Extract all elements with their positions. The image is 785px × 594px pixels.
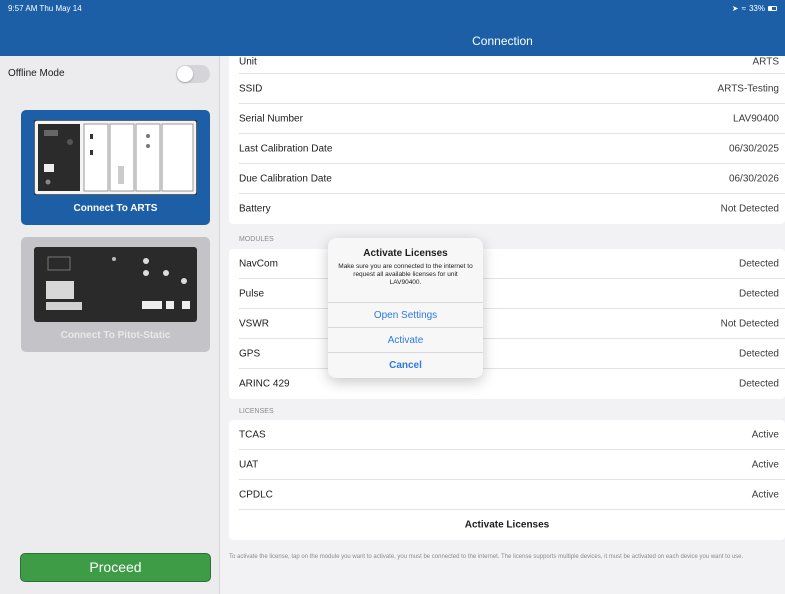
licenses-section-header: LICENSES [239, 408, 274, 415]
connect-arts-card[interactable]: Connect To ARTS [21, 110, 210, 225]
row-value: ARTS [752, 56, 780, 68]
pitot-static-device-image [34, 247, 197, 322]
location-icon: ➤ [731, 4, 739, 13]
row-label: TCAS [239, 429, 266, 441]
license-row-uat[interactable]: UAT Active [229, 450, 785, 480]
info-row-ssid[interactable]: SSID ARTS-Testing [229, 74, 785, 104]
row-value: 06/30/2025 [728, 143, 779, 155]
module-row-gps[interactable]: GPS Detected [229, 339, 785, 369]
row-value: ARTS-Testing [717, 83, 779, 95]
row-label: CPDLC [239, 489, 273, 501]
info-row-unit[interactable]: Unit ARTS [229, 56, 785, 74]
arts-device-image [34, 120, 197, 195]
row-value: Detected [738, 258, 779, 270]
top-bar: 9:57 AM Thu May 14 ➤ ≈ 33% Connection [0, 0, 785, 56]
row-label: GPS [239, 348, 261, 360]
wifi-icon: ≈ [741, 4, 746, 13]
cancel-button[interactable]: Cancel [328, 352, 483, 377]
row-value: LAV90400 [733, 113, 779, 125]
main-content: Unit ARTS SSID ARTS-Testing Serial Numbe… [221, 56, 785, 594]
row-label: ARINC 429 [239, 378, 290, 390]
page-title: Connection [472, 34, 533, 48]
module-row-pulse[interactable]: Pulse Detected [229, 279, 785, 309]
row-label: NavCom [239, 258, 278, 270]
row-label: Last Calibration Date [239, 143, 333, 155]
license-row-cpdlc[interactable]: CPDLC Active [229, 480, 785, 510]
dialog-title: Activate Licenses [363, 248, 448, 259]
battery-percent: 33% [748, 4, 765, 13]
row-value: Not Detected [720, 203, 779, 215]
offline-mode-label: Offline Mode [8, 68, 65, 79]
status-time: 9:57 AM Thu May 14 [8, 4, 82, 13]
toggle-knob [177, 66, 193, 82]
row-value: Detected [738, 378, 779, 390]
row-value: Detected [738, 288, 779, 300]
row-label: Unit [239, 56, 257, 68]
sidebar: Offline Mode Connect To ARTS Connect To … [0, 56, 220, 594]
info-row-last-calibration[interactable]: Last Calibration Date 06/30/2025 [229, 134, 785, 164]
module-row-arinc-429[interactable]: ARINC 429 Detected [229, 369, 785, 399]
device-info-group: Unit ARTS SSID ARTS-Testing Serial Numbe… [229, 56, 785, 224]
status-icons: ➤ ≈ 33% [732, 4, 777, 13]
license-footer-note: To activate the license, tap on the modu… [229, 554, 744, 560]
row-value: Active [751, 459, 779, 471]
row-value: Active [751, 429, 779, 441]
row-value: Active [751, 489, 779, 501]
row-label: UAT [239, 459, 259, 471]
license-row-tcas[interactable]: TCAS Active [229, 420, 785, 450]
battery-icon [768, 6, 777, 11]
row-label: Due Calibration Date [239, 173, 332, 185]
connect-pitot-static-label: Connect To Pitot-Static [60, 330, 171, 341]
row-value: Detected [738, 348, 779, 360]
activate-button[interactable]: Activate [328, 327, 483, 352]
row-label: Serial Number [239, 113, 303, 125]
activate-licenses-dialog: Activate Licenses Make sure you are conn… [328, 238, 483, 378]
module-row-vswr[interactable]: VSWR Not Detected [229, 309, 785, 339]
row-label: SSID [239, 83, 263, 95]
info-row-serial-number[interactable]: Serial Number LAV90400 [229, 104, 785, 134]
row-label: Pulse [239, 288, 265, 300]
activate-licenses-label: Activate Licenses [464, 519, 550, 531]
row-label: Battery [239, 203, 271, 215]
connect-arts-label: Connect To ARTS [73, 203, 158, 214]
info-row-due-calibration[interactable]: Due Calibration Date 06/30/2026 [229, 164, 785, 194]
open-settings-button[interactable]: Open Settings [328, 302, 483, 327]
offline-mode-toggle[interactable] [176, 65, 210, 83]
proceed-button[interactable]: Proceed [20, 553, 211, 582]
modules-section-header: MODULES [239, 236, 274, 243]
licenses-group: TCAS Active UAT Active CPDLC Active Acti… [229, 420, 785, 540]
dialog-message: Make sure you are connected to the inter… [338, 263, 473, 286]
row-label: VSWR [239, 318, 269, 330]
connect-pitot-static-card[interactable]: Connect To Pitot-Static [21, 237, 210, 352]
modules-group: NavCom Detected Pulse Detected VSWR Not … [229, 249, 785, 399]
row-value: 06/30/2026 [728, 173, 779, 185]
activate-licenses-button[interactable]: Activate Licenses [229, 510, 785, 540]
row-value: Not Detected [720, 318, 779, 330]
info-row-battery[interactable]: Battery Not Detected [229, 194, 785, 224]
module-row-navcom[interactable]: NavCom Detected [229, 249, 785, 279]
offline-mode-row: Offline Mode [0, 56, 220, 92]
